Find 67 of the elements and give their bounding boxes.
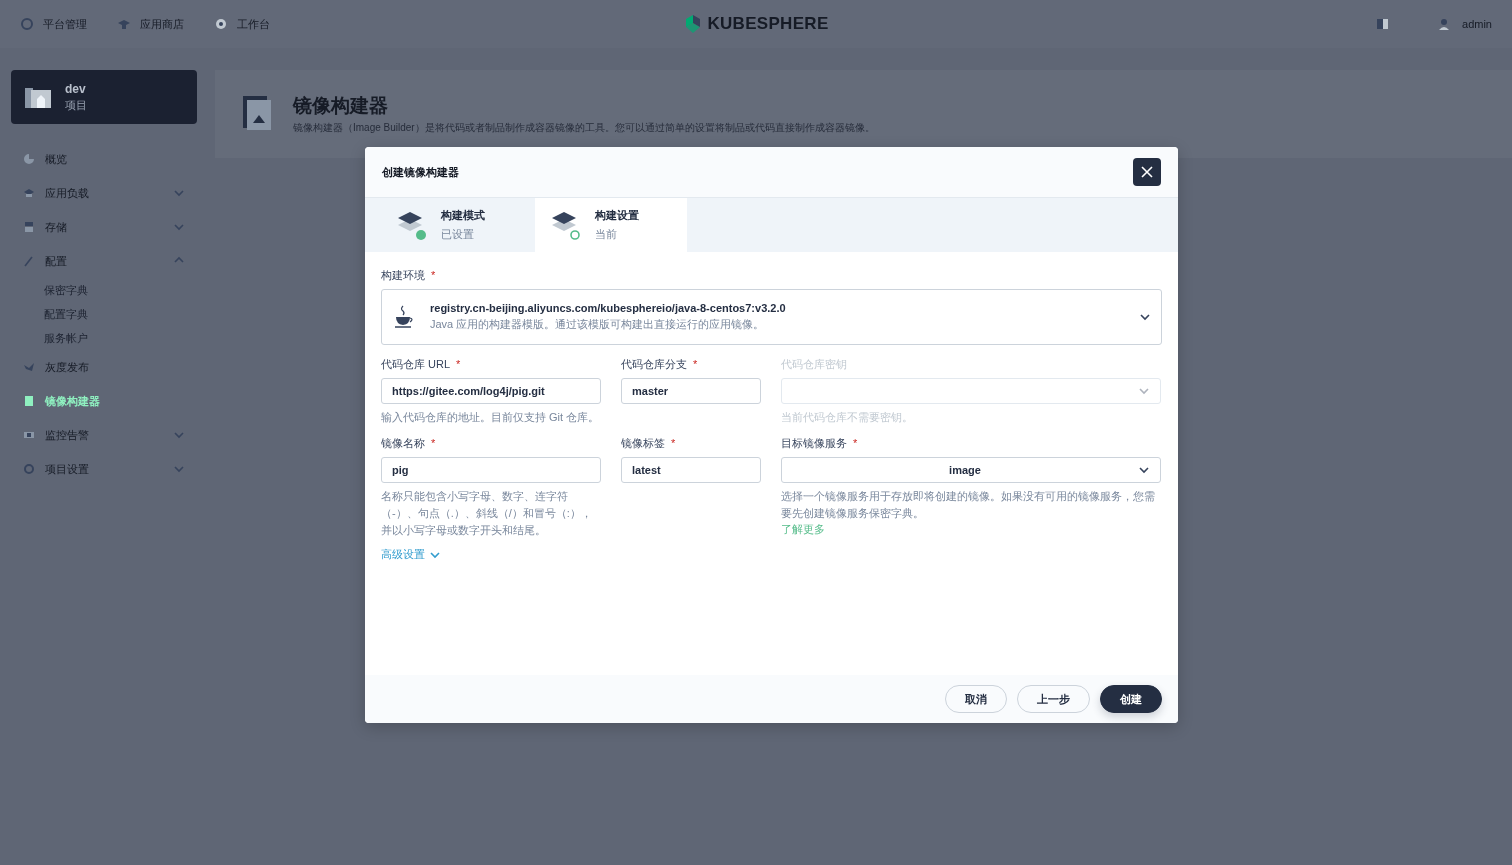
footer-button[interactable]: 取消 (945, 685, 1007, 713)
sidebar-item[interactable]: 灰度发布 (11, 350, 197, 384)
panel-icon (1377, 18, 1389, 30)
create-button[interactable]: 创建 (1100, 685, 1162, 713)
chevron-down-icon (1138, 385, 1150, 397)
close-icon (1140, 165, 1154, 179)
input-field[interactable]: pig (381, 457, 601, 483)
sidebar-item[interactable]: 应用负载 (11, 176, 197, 210)
field-label: 镜像标签 * (621, 436, 677, 451)
image-icon (243, 96, 273, 132)
project-card[interactable]: dev 项目 (11, 70, 197, 124)
chevron-down-icon (173, 187, 185, 199)
chevron-down-icon (1139, 311, 1151, 323)
gear-icon (23, 463, 35, 475)
bird-icon (23, 361, 35, 373)
coffee-cup-icon (392, 304, 414, 330)
nav-link[interactable]: 应用商店 (117, 16, 184, 32)
input-field[interactable]: https://gitee.com/log4j/pig.git (381, 378, 601, 404)
image-icon (23, 395, 35, 407)
chevron-down-icon (173, 463, 185, 475)
step-tab[interactable]: 构建设置 当前 (535, 198, 687, 252)
field-label: 代码仓库 URL * (381, 357, 462, 372)
field-label: 代码仓库分支 * (621, 357, 699, 372)
monitor-icon (23, 429, 35, 441)
nav-link[interactable]: 工作台 (214, 16, 270, 32)
sidebar-item[interactable]: 配置 (11, 244, 197, 278)
chevron-down-icon (173, 221, 185, 233)
input-field[interactable]: master (621, 378, 761, 404)
field-hint: 选择一个镜像服务用于存放即将创建的镜像。如果没有可用的镜像服务，您需要先创建镜像服务保密字典。 (781, 489, 1156, 521)
sidebar-item[interactable]: 项目设置 (11, 452, 197, 486)
layers-icon (23, 187, 35, 199)
sidebar-subitem[interactable]: 保密字典 (11, 278, 88, 302)
project-type: 项目 (65, 97, 87, 113)
sidebar-item[interactable]: 镜像构建器 (11, 384, 197, 418)
environment-select[interactable]: registry.cn-beijing.aliyuncs.com/kubesphereio/java-8-centos7:v3.2.0 Java 应用的构建器模版。通过该模版可构建出直接运行的应用镜像。 (381, 289, 1162, 345)
gear-icon (20, 17, 34, 31)
sidebar-subitem[interactable]: 配置字典 (11, 302, 88, 326)
field-label: 目标镜像服务 * (781, 436, 859, 451)
logo-text: KUBESPHERE (707, 14, 829, 34)
close-button[interactable] (1133, 158, 1161, 186)
sidebar-item[interactable]: 监控告警 (11, 418, 197, 452)
input-field[interactable]: latest (621, 457, 761, 483)
sidebar-item[interactable]: 存储 (11, 210, 197, 244)
chart-icon (23, 153, 35, 165)
sidebar-item[interactable]: 概览 (11, 142, 197, 176)
field-label: 代码仓库密钥 (781, 357, 848, 372)
field-hint: 输入代码仓库的地址。目前仅支持 Git 仓库。 (381, 410, 601, 425)
field-label: 镜像名称 * (381, 436, 437, 451)
nav-link[interactable]: 平台管理 (20, 16, 87, 32)
modal-title: 创建镜像构建器 (382, 164, 459, 180)
advanced-settings-toggle[interactable]: 高级设置 (381, 547, 441, 562)
user-icon (1438, 18, 1451, 30)
project-name: dev (65, 81, 87, 96)
learn-more-link[interactable]: 了解更多 (781, 522, 1161, 537)
page-title: 镜像构建器 (293, 94, 389, 118)
chevron-down-icon (1138, 464, 1150, 476)
cap-icon (117, 17, 131, 31)
storage-icon (23, 221, 35, 233)
dot-icon (214, 17, 228, 31)
chevron-down-icon (173, 429, 185, 441)
sidebar-subitem[interactable]: 服务帐户 (11, 326, 88, 350)
wand-icon (23, 255, 35, 267)
user-menu[interactable]: admin (1438, 18, 1492, 30)
field-hint: 名称只能包含小写字母、数字、连字符（-）、句点（.）、斜线（/）和冒号（:），并以小写字母或数字开头和结尾。 (381, 489, 593, 538)
select-field[interactable]: image (781, 457, 1161, 483)
footer-button[interactable]: 上一步 (1017, 685, 1090, 713)
field-label: 构建环境 * (381, 268, 437, 283)
